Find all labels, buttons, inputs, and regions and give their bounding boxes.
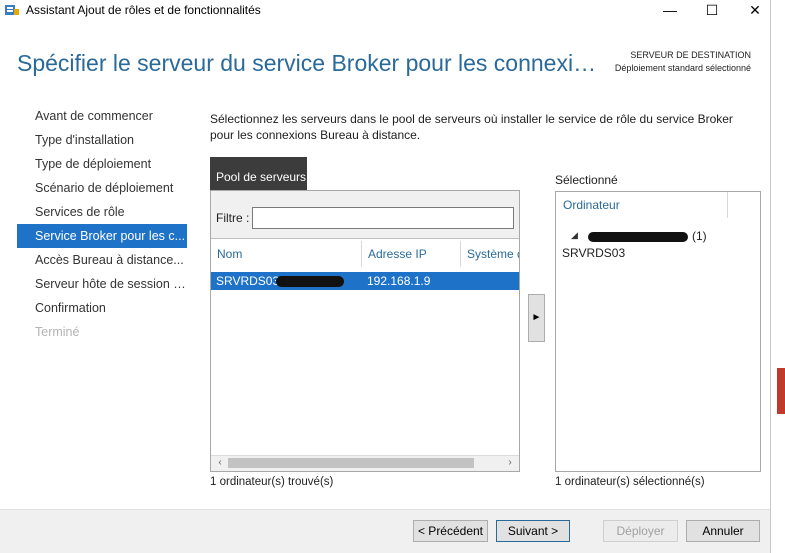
deploy-button: Déployer bbox=[603, 520, 678, 542]
nav-item-role-services[interactable]: Services de rôle bbox=[17, 200, 187, 224]
minimize-button[interactable]: — bbox=[650, 0, 690, 22]
selected-count-text: 1 ordinateur(s) sélectionné(s) bbox=[555, 476, 705, 488]
column-header-computer[interactable]: Ordinateur bbox=[556, 192, 728, 218]
add-to-selected-button[interactable]: ► bbox=[528, 294, 545, 342]
selected-server-item[interactable]: SRVRDS03 bbox=[562, 246, 625, 260]
nav-item-web-access[interactable]: Accès Bureau à distance... bbox=[17, 248, 187, 272]
nav-item-results: Terminé bbox=[35, 325, 80, 339]
background-window-edge bbox=[770, 0, 785, 553]
pool-count-text: 1 ordinateur(s) trouvé(s) bbox=[210, 476, 334, 488]
previous-button[interactable]: < Précédent bbox=[413, 520, 488, 542]
scroll-left-icon[interactable]: ‹ bbox=[212, 456, 228, 470]
redaction-mark bbox=[588, 232, 688, 242]
instructions-text: Sélectionnez les serveurs dans le pool d… bbox=[210, 112, 733, 142]
destination-server-label: SERVEUR DE DESTINATION bbox=[630, 50, 751, 60]
scrollbar-thumb[interactable] bbox=[228, 458, 474, 468]
server-ip-cell: 192.168.1.9 bbox=[367, 274, 431, 288]
filter-label: Filtre : bbox=[216, 211, 250, 225]
nav-item-before-you-begin[interactable]: Avant de commencer bbox=[17, 104, 187, 128]
nav-item-connection-broker[interactable]: Service Broker pour les c... bbox=[17, 224, 187, 248]
tab-server-pool[interactable]: Pool de serveurs bbox=[210, 157, 307, 190]
nav-item-installation-type[interactable]: Type d'installation bbox=[17, 128, 187, 152]
column-header-ip[interactable]: Adresse IP bbox=[362, 241, 461, 267]
cancel-button[interactable]: Annuler bbox=[686, 520, 760, 542]
destination-server-value: Déploiement standard sélectionné bbox=[614, 63, 751, 73]
server-name-cell: SRVRDS03. bbox=[216, 274, 283, 288]
background-window-accent bbox=[777, 368, 785, 414]
redaction-mark bbox=[276, 276, 344, 287]
selected-label: Sélectionné bbox=[555, 173, 618, 187]
group-count: (1) bbox=[692, 229, 707, 243]
server-manager-icon bbox=[5, 5, 19, 15]
nav-item-session-host[interactable]: Serveur hôte de session B... bbox=[17, 272, 187, 296]
column-header-os[interactable]: Système d bbox=[461, 241, 519, 267]
maximize-button[interactable]: ☐ bbox=[692, 0, 732, 22]
scroll-right-icon[interactable]: › bbox=[502, 456, 518, 470]
nav-item-deployment-type[interactable]: Type de déploiement bbox=[17, 152, 187, 176]
column-header-name[interactable]: Nom bbox=[211, 241, 362, 267]
expand-triangle-icon[interactable]: ◢ bbox=[571, 230, 578, 241]
nav-item-deployment-scenario[interactable]: Scénario de déploiement bbox=[17, 176, 187, 200]
filter-input[interactable] bbox=[252, 207, 514, 229]
page-title: Spécifier le serveur du service Broker p… bbox=[17, 50, 597, 76]
next-button[interactable]: Suivant > bbox=[496, 520, 570, 542]
nav-item-confirmation[interactable]: Confirmation bbox=[17, 296, 187, 320]
window-title: Assistant Ajout de rôles et de fonctionn… bbox=[26, 3, 261, 17]
close-button[interactable]: ✕ bbox=[735, 0, 775, 22]
